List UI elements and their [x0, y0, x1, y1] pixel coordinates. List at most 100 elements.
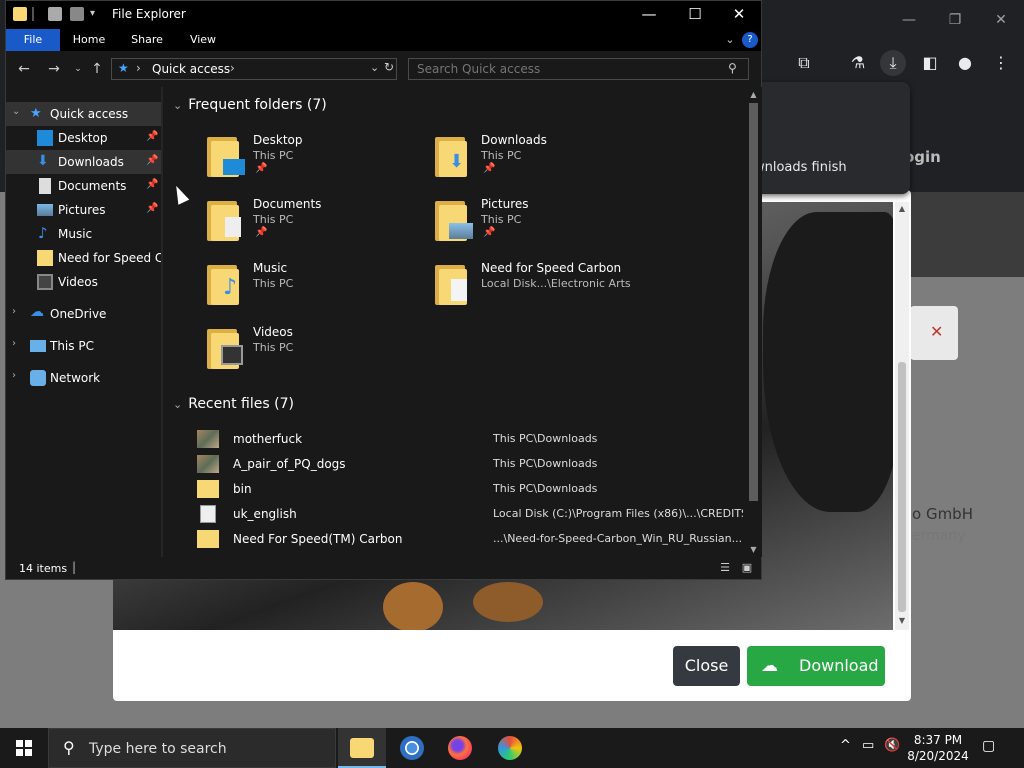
chevron-down-icon[interactable]: ⌄	[173, 99, 182, 112]
nav-item-pictures[interactable]: Pictures 📌	[6, 198, 161, 222]
nav-item-downloads[interactable]: ⬇ Downloads 📌	[6, 150, 161, 174]
qat-customize-icon[interactable]: ▾	[90, 7, 100, 21]
folder-icon	[435, 263, 471, 305]
properties-icon[interactable]	[48, 7, 62, 21]
frequent-folders-header[interactable]: ⌄ Frequent folders (7)	[173, 97, 327, 113]
folder-tile-need-for-speed[interactable]: Need for Speed Carbon Local Disk...\Elec…	[431, 257, 659, 321]
title-bar[interactable]: ▾ File Explorer — ☐ ✕	[6, 1, 761, 29]
folder-tile-documents[interactable]: Documents This PC 📌	[203, 193, 431, 257]
taskbar-chrome[interactable]	[388, 728, 436, 768]
ribbon-expand-icon[interactable]: ⌄	[722, 29, 738, 51]
address-path[interactable]: Quick access	[152, 62, 230, 76]
scroll-down-icon[interactable]: ▼	[895, 616, 909, 625]
network-status-icon[interactable]: ▭	[862, 738, 874, 753]
browser-menu-icon[interactable]: ⋮	[988, 50, 1014, 76]
recent-files-header[interactable]: ⌄ Recent files (7)	[173, 396, 294, 412]
tab-home[interactable]: Home	[62, 29, 116, 51]
chevron-right-icon[interactable]: ›	[12, 338, 16, 349]
show-hidden-icons-icon[interactable]: ^	[840, 738, 851, 753]
content-scrollbar[interactable]: ▲ ▼	[745, 87, 762, 557]
tab-file[interactable]: File	[6, 29, 60, 51]
taskbar-file-explorer[interactable]	[338, 728, 386, 768]
chevron-down-icon[interactable]: ⌄	[12, 106, 20, 117]
downloads-icon[interactable]: ⤓	[880, 50, 906, 76]
scroll-thumb[interactable]	[749, 103, 758, 501]
minimize-icon[interactable]: —	[626, 1, 672, 29]
taskbar-paint[interactable]	[486, 728, 534, 768]
volume-muted-icon[interactable]: 🔇	[884, 738, 900, 753]
folder-tile-downloads[interactable]: ⬇ Downloads This PC 📌	[431, 129, 659, 193]
chevron-down-icon[interactable]: ⌄	[173, 398, 182, 411]
recent-file-row[interactable]: Need For Speed(TM) Carbon ...\Need-for-S…	[197, 527, 742, 551]
recent-file-row[interactable]: A_pair_of_PQ_dogs This PC\Downloads	[197, 452, 742, 476]
address-bar[interactable]: ★ › Quick access › ⌄ ↻	[111, 58, 397, 80]
nav-this-pc[interactable]: › This PC	[6, 334, 161, 358]
scroll-up-icon[interactable]: ▲	[895, 204, 909, 213]
nav-item-need-for-speed[interactable]: Need for Speed Car	[6, 246, 161, 270]
tab-share[interactable]: Share	[120, 29, 174, 51]
details-view-icon[interactable]: ☰	[718, 561, 732, 575]
modal-scrollbar[interactable]: ▲ ▼	[895, 202, 909, 630]
download-button[interactable]: ☁ Download	[747, 646, 885, 686]
folder-name: Downloads	[481, 133, 547, 147]
address-dropdown-icon[interactable]: ⌄	[370, 61, 379, 74]
folder-tile-desktop[interactable]: Desktop This PC 📌	[203, 129, 431, 193]
nav-network[interactable]: › Network	[6, 366, 161, 390]
nav-item-desktop[interactable]: Desktop 📌	[6, 126, 161, 150]
recent-file-row[interactable]: uk_english Local Disk (C:)\Program Files…	[197, 502, 743, 526]
dismiss-box[interactable]: ✕	[910, 306, 958, 360]
nav-onedrive[interactable]: › ☁ OneDrive	[6, 302, 161, 326]
pin-icon: 📌	[146, 131, 159, 142]
breadcrumb-chevron-icon[interactable]: ›	[136, 61, 141, 75]
search-input[interactable]	[408, 58, 749, 80]
refresh-icon[interactable]: ↻	[384, 60, 394, 74]
side-panel-icon[interactable]: ◧	[917, 50, 943, 76]
taskbar-search[interactable]: ⚲ Type here to search	[48, 728, 336, 768]
breadcrumb-chevron-icon[interactable]: ›	[230, 61, 235, 75]
start-button[interactable]	[0, 728, 48, 768]
folder-location: This PC	[253, 213, 294, 226]
qat-divider	[32, 7, 34, 21]
extensions-icon[interactable]: ⧉	[791, 50, 817, 76]
new-folder-icon[interactable]	[70, 7, 84, 21]
recent-file-row[interactable]: bin This PC\Downloads	[197, 477, 742, 501]
system-clock[interactable]: 8:37 PM 8/20/2024	[902, 732, 974, 764]
nav-item-music[interactable]: ♪ Music	[6, 222, 161, 246]
tab-view[interactable]: View	[176, 29, 230, 51]
nav-item-videos[interactable]: Videos	[6, 270, 161, 294]
nav-label: Desktop	[58, 131, 108, 145]
labs-flask-icon[interactable]: ⚗	[845, 50, 871, 76]
large-icons-view-icon[interactable]: ▣	[740, 561, 754, 575]
browser-minimize-icon[interactable]: —	[897, 8, 921, 32]
maximize-icon[interactable]: ☐	[672, 1, 718, 29]
chevron-right-icon[interactable]: ›	[12, 370, 16, 381]
help-icon[interactable]: ?	[742, 32, 758, 48]
folder-location: This PC	[253, 341, 294, 354]
back-icon[interactable]: ←	[14, 59, 34, 79]
file-explorer-window: ▾ File Explorer — ☐ ✕ File Home Share Vi…	[5, 0, 762, 580]
taskbar-firefox[interactable]	[436, 728, 484, 768]
folder-tile-music[interactable]: ♪ Music This PC	[203, 257, 431, 321]
notification-center-icon[interactable]: ▢	[982, 738, 995, 754]
folder-tile-pictures[interactable]: Pictures This PC 📌	[431, 193, 659, 257]
nav-quick-access[interactable]: ⌄ ★ Quick access	[6, 102, 161, 126]
profile-icon[interactable]: ●	[952, 50, 978, 76]
browser-maximize-icon[interactable]: ❐	[943, 8, 967, 32]
browser-close-icon[interactable]: ✕	[989, 8, 1013, 32]
paint-palette-icon	[498, 736, 522, 760]
dismiss-x-icon[interactable]: ✕	[930, 322, 943, 341]
close-icon[interactable]: ✕	[716, 1, 762, 29]
forward-icon[interactable]: →	[44, 59, 64, 79]
up-icon[interactable]: ↑	[87, 59, 107, 79]
scroll-down-icon[interactable]: ▼	[745, 545, 762, 554]
modal-scroll-thumb[interactable]	[898, 362, 906, 612]
nav-item-documents[interactable]: Documents 📌	[6, 174, 161, 198]
scroll-up-icon[interactable]: ▲	[745, 90, 762, 99]
search-icon[interactable]: ⚲	[728, 61, 737, 75]
nav-label: Quick access	[50, 107, 129, 121]
recent-file-row[interactable]: motherfuck This PC\Downloads	[197, 427, 742, 451]
recent-locations-icon[interactable]: ⌄	[68, 59, 88, 79]
folder-tile-videos[interactable]: Videos This PC	[203, 321, 431, 385]
close-button[interactable]: Close	[673, 646, 740, 686]
chevron-right-icon[interactable]: ›	[12, 306, 16, 317]
